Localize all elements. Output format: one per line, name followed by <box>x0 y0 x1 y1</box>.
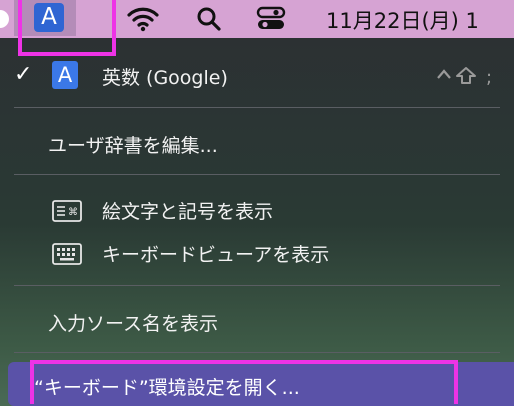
emoji-keyboard-icon: ⌘ <box>52 200 82 227</box>
menu-item-label: 英数 (Google) <box>102 67 228 89</box>
svg-text:⌘: ⌘ <box>68 207 78 218</box>
keyboard-preferences-highlight-box <box>30 360 458 404</box>
search-icon[interactable] <box>196 6 222 36</box>
menu-item-show-input-source-names[interactable]: 入力ソース名を表示 <box>0 302 514 340</box>
menu-item-show-emoji-symbols[interactable]: ⌘ 絵文字と記号を表示 <box>0 190 514 228</box>
partial-status-icon <box>0 10 9 28</box>
checkmark-icon: ✓ <box>14 62 33 87</box>
menu-item-label: ユーザ辞書を編集... <box>48 135 218 157</box>
keyboard-shortcut: ; <box>436 65 502 92</box>
menu-separator <box>14 352 500 353</box>
wifi-icon[interactable] <box>126 6 160 36</box>
input-source-menu: ✓ A 英数 (Google) ; ユーザ辞書を編集... ⌘ 絵文字と記号を表… <box>0 40 514 406</box>
menubar-clock[interactable]: 11月22日(月) 1 <box>326 5 479 35</box>
menu-separator <box>14 107 500 108</box>
menu-item-show-keyboard-viewer[interactable]: キーボードビューアを表示 <box>0 233 514 271</box>
menu-bar: A 11月22日(月) 1 <box>0 0 514 56</box>
input-source-icon[interactable]: A <box>34 3 64 32</box>
menu-item-label: 入力ソース名を表示 <box>48 313 219 335</box>
control-center-icon[interactable] <box>256 6 286 36</box>
svg-text:;: ; <box>486 67 492 87</box>
menu-separator <box>14 174 500 175</box>
keyboard-icon <box>52 243 82 270</box>
menu-item-label: キーボードビューアを表示 <box>102 244 330 266</box>
menu-item-label: 絵文字と記号を表示 <box>102 201 274 223</box>
menu-item-edit-user-dictionary[interactable]: ユーザ辞書を編集... <box>0 124 514 162</box>
menu-item-google-eisu[interactable]: ✓ A 英数 (Google) ; <box>0 56 514 94</box>
input-source-letter-icon: A <box>52 61 78 89</box>
menu-separator <box>14 285 500 286</box>
